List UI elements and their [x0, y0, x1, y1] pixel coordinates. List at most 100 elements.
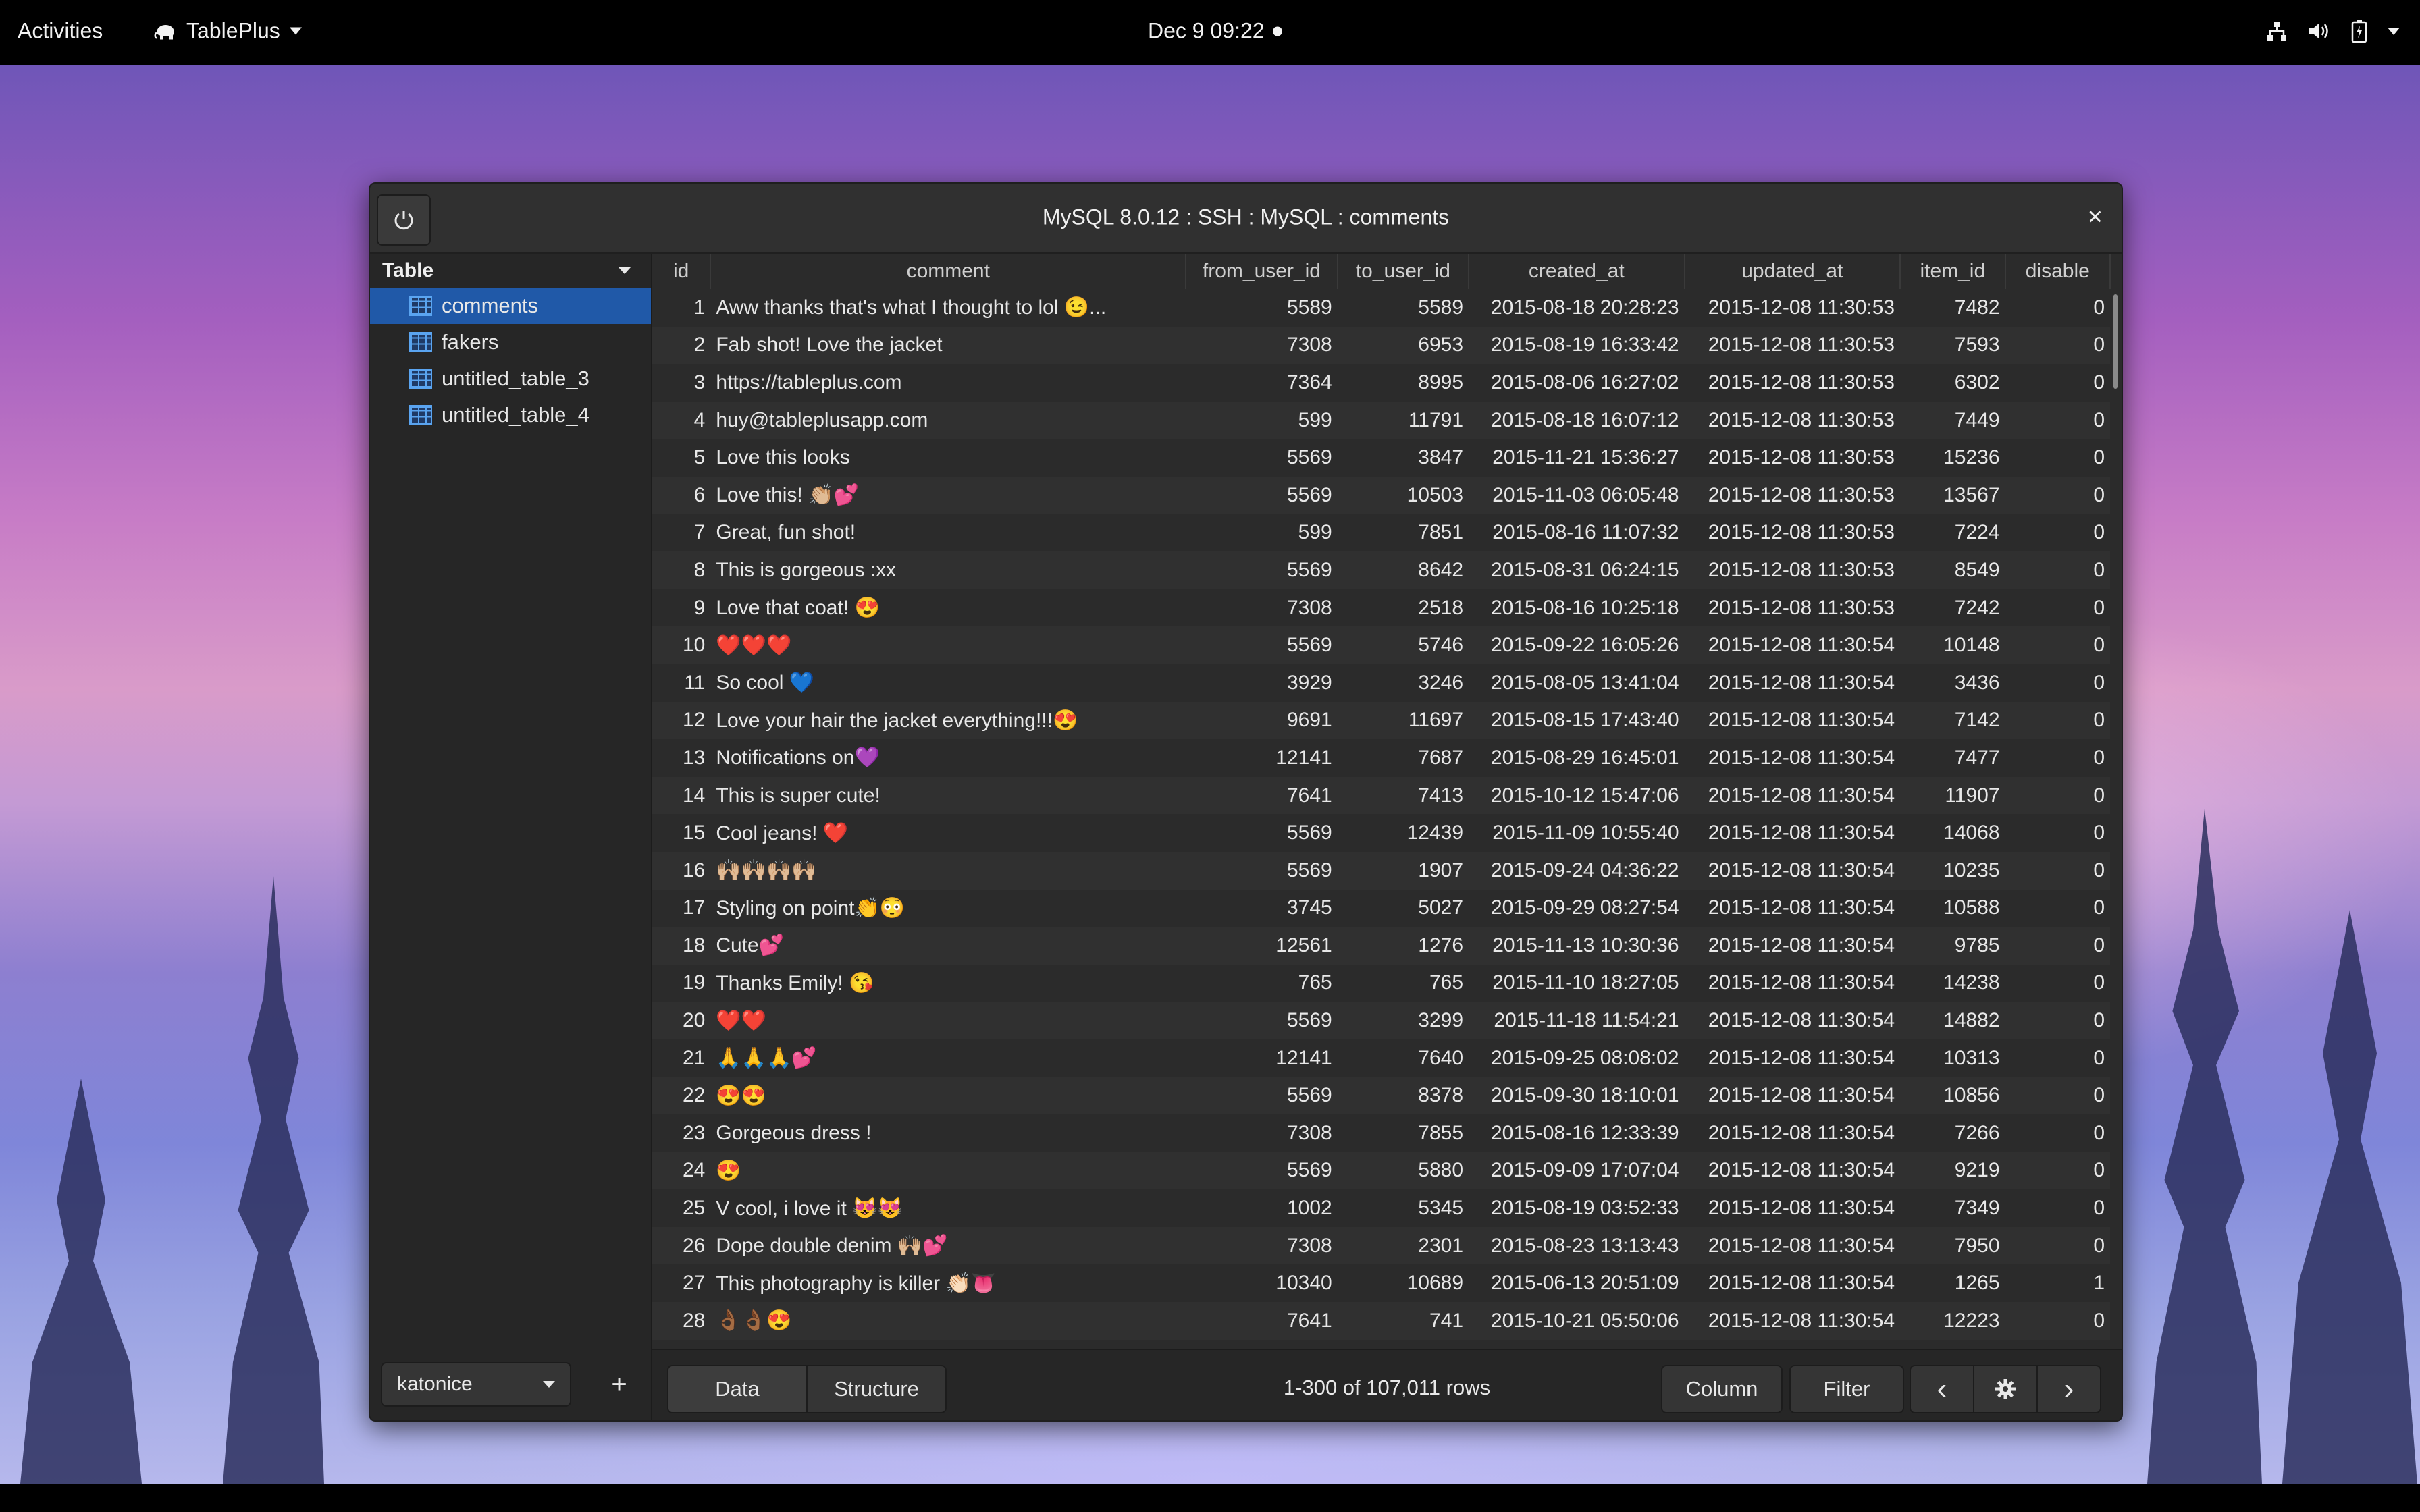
- cell-created-at[interactable]: 2015-11-10 18:27:05: [1469, 964, 1685, 1002]
- cell-to-user-id[interactable]: 7640: [1337, 1039, 1469, 1077]
- cell-from-user-id[interactable]: 765: [1186, 964, 1338, 1002]
- settings-button[interactable]: [1974, 1366, 2038, 1412]
- table-row[interactable]: 8 This is gorgeous :xx 5569 8642 2015-08-31 …: [652, 551, 2110, 589]
- cell-updated-at[interactable]: 2015-12-08 11:30:53: [1684, 514, 1901, 552]
- table-row[interactable]: 17 Styling on point👏😳 3745 5027 2015-09-29 0…: [652, 889, 2110, 927]
- cell-comment[interactable]: ❤️❤️❤️: [710, 626, 1186, 664]
- cell-id[interactable]: 15: [652, 814, 711, 852]
- cell-id[interactable]: 10: [652, 626, 711, 664]
- cell-to-user-id[interactable]: 5345: [1337, 1189, 1469, 1227]
- clock[interactable]: Dec 9 09:22: [1148, 19, 1282, 44]
- cell-from-user-id[interactable]: 5569: [1186, 626, 1338, 664]
- cell-to-user-id[interactable]: 5746: [1337, 626, 1469, 664]
- cell-from-user-id[interactable]: 5569: [1186, 1077, 1338, 1115]
- cell-updated-at[interactable]: 2015-12-08 11:30:54: [1684, 1302, 1901, 1340]
- cell-from-user-id[interactable]: 7308: [1186, 1226, 1338, 1265]
- cell-disable[interactable]: 0: [2005, 364, 2110, 402]
- cell-disable[interactable]: 0: [2005, 1114, 2110, 1152]
- cell-created-at[interactable]: 2015-09-22 16:05:26: [1469, 626, 1685, 664]
- cell-to-user-id[interactable]: 7687: [1337, 739, 1469, 777]
- cell-item-id[interactable]: 7593: [1900, 326, 2005, 364]
- cell-from-user-id[interactable]: 5569: [1186, 814, 1338, 852]
- cell-disable[interactable]: 0: [2005, 1226, 2110, 1265]
- cell-comment[interactable]: Aww thanks that's what I thought to lol …: [710, 289, 1186, 327]
- cell-to-user-id[interactable]: 7855: [1337, 1114, 1469, 1152]
- cell-comment[interactable]: Gorgeous dress !: [710, 1114, 1186, 1152]
- cell-from-user-id[interactable]: 7641: [1186, 1302, 1338, 1340]
- cell-disable[interactable]: 0: [2005, 439, 2110, 477]
- cell-to-user-id[interactable]: 7851: [1337, 514, 1469, 552]
- table-row[interactable]: 21 🙏🙏🙏💕 12141 7640 2015-09-25 08:08:02 2015-1…: [652, 1039, 2110, 1077]
- cell-created-at[interactable]: 2015-08-29 16:45:01: [1469, 739, 1685, 777]
- cell-updated-at[interactable]: 2015-12-08 11:30:54: [1684, 927, 1901, 965]
- cell-created-at[interactable]: 2015-09-25 08:08:02: [1469, 1039, 1685, 1077]
- cell-item-id[interactable]: 9785: [1900, 927, 2005, 965]
- cell-comment[interactable]: Thanks Emily! 😘: [710, 964, 1186, 1002]
- cell-to-user-id[interactable]: 7413: [1337, 776, 1469, 815]
- table-row[interactable]: 14 This is super cute! 7641 7413 2015-10-12 …: [652, 776, 2110, 815]
- cell-disable[interactable]: 0: [2005, 476, 2110, 514]
- cell-updated-at[interactable]: 2015-12-08 11:30:53: [1684, 326, 1901, 364]
- cell-id[interactable]: 8: [652, 551, 711, 589]
- cell-comment[interactable]: Love that coat! 😍: [710, 589, 1186, 627]
- cell-created-at[interactable]: 2015-06-13 20:51:09: [1469, 1264, 1685, 1303]
- table-row[interactable]: 9 Love that coat! 😍 7308 2518 2015-08-16 10:…: [652, 589, 2110, 627]
- cell-item-id[interactable]: 10313: [1900, 1039, 2005, 1077]
- cell-disable[interactable]: 1: [2005, 1264, 2110, 1303]
- cell-created-at[interactable]: 2015-08-15 17:43:40: [1469, 701, 1685, 740]
- table-row[interactable]: 11 So cool 💙 3929 3246 2015-08-05 13:41:04 20…: [652, 664, 2110, 702]
- cell-from-user-id[interactable]: 5569: [1186, 476, 1338, 514]
- cell-disable[interactable]: 0: [2005, 514, 2110, 552]
- table-row[interactable]: 3 https://tableplus.com 7364 8995 2015-08-06…: [652, 364, 2110, 402]
- next-page-button[interactable]: ›: [2038, 1366, 2100, 1412]
- cell-updated-at[interactable]: 2015-12-08 11:30:54: [1684, 1077, 1901, 1115]
- cell-created-at[interactable]: 2015-11-13 10:30:36: [1469, 927, 1685, 965]
- cell-from-user-id[interactable]: 7308: [1186, 326, 1338, 364]
- cell-comment[interactable]: Love this looks: [710, 439, 1186, 477]
- cell-id[interactable]: 14: [652, 776, 711, 815]
- cell-id[interactable]: 22: [652, 1077, 711, 1115]
- cell-created-at[interactable]: 2015-09-24 04:36:22: [1469, 851, 1685, 890]
- cell-comment[interactable]: 👌🏾👌🏾😍: [710, 1302, 1186, 1340]
- cell-created-at[interactable]: 2015-08-18 16:07:12: [1469, 401, 1685, 439]
- cell-updated-at[interactable]: 2015-12-08 11:30:54: [1684, 776, 1901, 815]
- cell-updated-at[interactable]: 2015-12-08 11:30:54: [1684, 739, 1901, 777]
- cell-from-user-id[interactable]: 12141: [1186, 739, 1338, 777]
- cell-id[interactable]: 25: [652, 1189, 711, 1227]
- cell-id[interactable]: 17: [652, 889, 711, 927]
- column-header-id[interactable]: id: [652, 254, 712, 289]
- window-titlebar[interactable]: MySQL 8.0.12 : SSH : MySQL : comments ×: [370, 184, 2122, 254]
- cell-id[interactable]: 7: [652, 514, 711, 552]
- cell-updated-at[interactable]: 2015-12-08 11:30:53: [1684, 289, 1901, 327]
- table-row[interactable]: 25 V cool, i love it 😻😻 1002 5345 2015-08-19…: [652, 1189, 2110, 1227]
- cell-item-id[interactable]: 14882: [1900, 1002, 2005, 1040]
- cell-from-user-id[interactable]: 7308: [1186, 589, 1338, 627]
- cell-from-user-id[interactable]: 12141: [1186, 1039, 1338, 1077]
- cell-disable[interactable]: 0: [2005, 739, 2110, 777]
- cell-id[interactable]: 5: [652, 439, 711, 477]
- column-header-created-at[interactable]: created_at: [1469, 254, 1685, 289]
- cell-disable[interactable]: 0: [2005, 776, 2110, 815]
- cell-to-user-id[interactable]: 10503: [1337, 476, 1469, 514]
- cell-disable[interactable]: 0: [2005, 401, 2110, 439]
- cell-to-user-id[interactable]: 3299: [1337, 1002, 1469, 1040]
- cell-item-id[interactable]: 7482: [1900, 289, 2005, 327]
- cell-item-id[interactable]: 7224: [1900, 514, 2005, 552]
- table-row[interactable]: 1 Aww thanks that's what I thought to lol…: [652, 289, 2110, 327]
- cell-comment[interactable]: This is super cute!: [710, 776, 1186, 815]
- cell-item-id[interactable]: 9219: [1900, 1152, 2005, 1190]
- cell-disable[interactable]: 0: [2005, 289, 2110, 327]
- cell-id[interactable]: 11: [652, 664, 711, 702]
- cell-to-user-id[interactable]: 10689: [1337, 1264, 1469, 1303]
- table-row[interactable]: 19 Thanks Emily! 😘 765 765 2015-11-10 18:27:…: [652, 964, 2110, 1002]
- cell-item-id[interactable]: 7950: [1900, 1226, 2005, 1265]
- cell-id[interactable]: 9: [652, 589, 711, 627]
- cell-comment[interactable]: 😍😍: [710, 1077, 1186, 1115]
- cell-comment[interactable]: ❤️❤️: [710, 1002, 1186, 1040]
- cell-to-user-id[interactable]: 3246: [1337, 664, 1469, 702]
- cell-created-at[interactable]: 2015-08-16 10:25:18: [1469, 589, 1685, 627]
- cell-item-id[interactable]: 7449: [1900, 401, 2005, 439]
- cell-comment[interactable]: So cool 💙: [710, 664, 1186, 702]
- cell-comment[interactable]: Styling on point👏😳: [710, 889, 1186, 927]
- cell-created-at[interactable]: 2015-08-16 11:07:32: [1469, 514, 1685, 552]
